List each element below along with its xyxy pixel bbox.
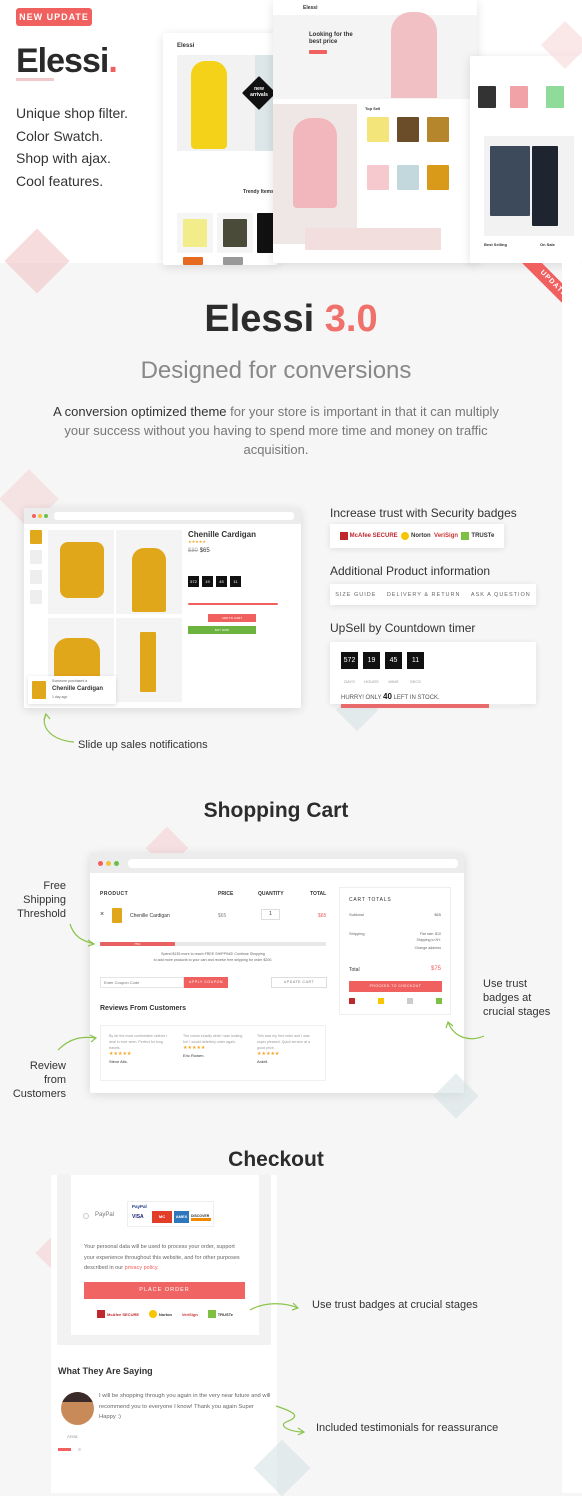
intro-paragraph: A conversion optimized theme for your st… xyxy=(53,404,499,457)
free-shipping-callout: Free Shipping Threshold xyxy=(17,880,66,920)
add-to-cart-button[interactable]: ADD TO CART xyxy=(208,614,256,622)
slider-dot[interactable] xyxy=(78,1448,81,1451)
feature-line: Color Swatch. xyxy=(16,128,104,144)
trust-callout: Use trust badges at crucial stages xyxy=(483,978,551,1018)
feature-line: Cool features. xyxy=(16,173,104,189)
checkout-trust-badges: McAfee SECURE Norton VeriSign TRUSTe xyxy=(97,1310,233,1318)
tab-delivery-return[interactable]: DELIVERY & RETURN xyxy=(387,592,461,598)
hero-banner: NEW UPDATE Elessi. Unique shop filter. C… xyxy=(0,0,582,294)
version-title: Elessi 3.0 xyxy=(204,298,378,340)
curved-arrow-icon xyxy=(57,1034,98,1051)
tab-ask-question[interactable]: ASK A QUESTION xyxy=(471,592,531,598)
discover-logo: DISCOVER xyxy=(191,1214,211,1221)
testimonial-author: Anna xyxy=(67,1434,78,1439)
stock-progress xyxy=(341,704,521,708)
countdown-timer: 572 19 45 11 xyxy=(341,649,525,669)
quantity-stepper[interactable]: 1 xyxy=(261,909,280,920)
review-item: The colors exactly what I was looking fo… xyxy=(183,1034,243,1058)
visa-logo: VISA xyxy=(132,1214,144,1220)
update-cart-button[interactable]: UPDATE CART xyxy=(271,977,327,988)
buy-now-button[interactable]: BUY NOW xyxy=(188,626,256,634)
paypal-radio[interactable] xyxy=(83,1213,89,1219)
stock-text: HURRY! ONLY 40 LEFT IN STOCK. xyxy=(341,692,440,701)
decor-diamond xyxy=(4,228,70,294)
privacy-policy-link[interactable]: privacy policy. xyxy=(125,1265,159,1271)
product-page-mock: Chenille Cardigan ★★★★★ $80 $65 572 19 45 1… xyxy=(24,508,301,708)
review-item: This was my first order and I was super … xyxy=(257,1034,311,1064)
checkout-mock: PayPal PayPal VISA MC AMEX DISCOVER Your… xyxy=(51,1175,277,1493)
apply-coupon-button[interactable]: APPLY COUPON xyxy=(184,977,228,988)
proceed-to-checkout-button[interactable]: PROCEED TO CHECKOUT xyxy=(349,981,442,992)
payment-logos: PayPal VISA MC AMEX DISCOVER xyxy=(127,1201,214,1227)
new-update-badge: NEW UPDATE xyxy=(16,8,92,26)
countdown-box: 572 19 45 11 DAYS HOURS MINS SECS HURRY! ONLY … xyxy=(330,642,536,708)
mock-category-page: Best Selling On Sale xyxy=(470,56,582,263)
security-badges: McAfee SECURE Norton VeriSign TRUSTe xyxy=(330,524,504,548)
review-item: By far the most comfortable clothes I de… xyxy=(109,1034,168,1064)
norton-badge: Norton xyxy=(401,532,431,540)
curved-arrow-icon xyxy=(445,1020,485,1040)
amex-logo: AMEX xyxy=(174,1211,189,1223)
reviews-title: Reviews From Customers xyxy=(100,1005,186,1012)
trust-badges xyxy=(349,998,442,1004)
free-shipping-progress: 75% xyxy=(100,942,175,946)
feature-line: Unique shop filter. xyxy=(16,105,129,121)
truste-badge: TRUSTe xyxy=(461,532,494,540)
additional-info-title: Additional Product information xyxy=(330,564,491,578)
cart-section-title: Shopping Cart xyxy=(203,799,349,822)
mastercard-logo: MC xyxy=(152,1211,172,1223)
curved-arrow-icon xyxy=(43,712,75,743)
slide-up-label: Slide up sales notifications xyxy=(78,739,208,751)
new-arrivals-label: new arrivals xyxy=(250,86,268,98)
mcafee-badge: McAfee SECURE xyxy=(339,532,398,540)
remove-item-button[interactable]: × xyxy=(100,911,104,918)
product-name: Chenille Cardigan xyxy=(188,530,257,539)
security-title: Increase trust with Security badges xyxy=(330,506,517,520)
testimonial-text: I will be shopping through you again in … xyxy=(99,1393,271,1420)
cart-page-mock: PRODUCT PRICE QUANTITY TOTAL × Chenille … xyxy=(90,853,464,1093)
curved-arrow-icon xyxy=(69,923,96,947)
product-info-tabs: SIZE GUIDE DELIVERY & RETURN ASK A QUEST… xyxy=(330,584,536,605)
curved-arrow-icon xyxy=(249,1302,300,1311)
tab-size-guide[interactable]: SIZE GUIDE xyxy=(335,592,376,598)
logo: Elessi. xyxy=(16,42,118,80)
subtitle: Designed for conversions xyxy=(140,357,412,384)
slider-dot-active[interactable] xyxy=(58,1448,71,1451)
verisign-badge: VeriSign xyxy=(434,533,459,539)
checkout-section-title: Checkout xyxy=(228,1148,324,1171)
logo-underline xyxy=(16,78,54,81)
free-shipping-text: Spend $135 more to reach FREE SHIPPING! … xyxy=(153,952,273,962)
testimonial-avatar xyxy=(61,1392,94,1425)
mock-shop-page: Elessi new arrivals Trendy Items xyxy=(163,33,278,265)
cart-totals: CART TOTALS Subtotal $65 Shipping Flat r… xyxy=(339,887,451,1015)
testimonials-callout: Included testimonials for reassurance xyxy=(316,1422,499,1434)
reviews-list: By far the most comfortable clothes I de… xyxy=(100,1025,326,1081)
upsell-title: UpSell by Countdown timer xyxy=(330,621,476,635)
feature-line: Shop with ajax. xyxy=(16,150,111,166)
review-callout: Review from Customers xyxy=(12,1060,66,1100)
checkout-trust-callout: Use trust badges at crucial stages xyxy=(312,1299,478,1311)
curved-arrow-icon xyxy=(275,1405,306,1436)
product-countdown: 572 19 45 11 xyxy=(188,570,246,588)
testimonials-title: What They Are Saying xyxy=(58,1366,153,1376)
product-price: $80 $65 xyxy=(188,548,210,554)
coupon-input[interactable] xyxy=(100,977,184,988)
privacy-text: Your personal data will be used to proce… xyxy=(84,1244,240,1271)
place-order-button[interactable]: PLACE ORDER xyxy=(84,1282,245,1299)
sales-notification: Someone purchased a Chenille Cardigan 1 … xyxy=(28,676,116,704)
mock-home-page: Elessi Looking for the best price Top Se… xyxy=(273,0,477,263)
